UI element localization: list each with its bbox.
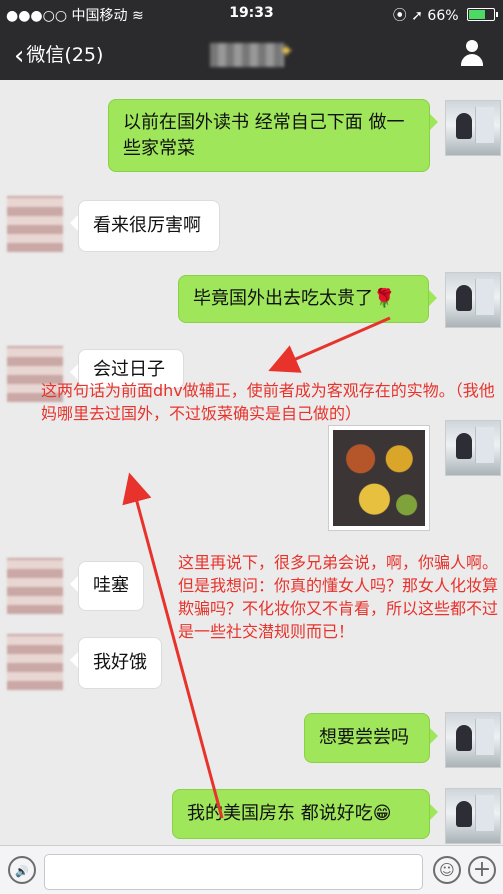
message-input[interactable] — [44, 854, 423, 890]
message-text: 想要尝尝吗 — [319, 727, 409, 748]
message-text: 会过日子 — [93, 359, 165, 380]
chevron-left-icon: ‹ — [14, 41, 25, 71]
back-label: 微信(25) — [26, 44, 104, 66]
my-avatar[interactable] — [445, 272, 501, 328]
message-bubble-outgoing[interactable]: 我的美国房东 都说好吃😁 — [172, 789, 438, 839]
my-avatar[interactable] — [445, 100, 501, 156]
speaker-icon: 🔊 — [15, 865, 29, 878]
message-bubble-incoming[interactable]: 看来很厉害啊 — [70, 200, 220, 252]
annotation-note-1: 这两句话为前面dhv做辅正，使前者成为客观存在的实物。（我他妈哪里去过国外，不过… — [41, 381, 495, 423]
my-avatar[interactable] — [445, 712, 501, 768]
message-text: 我好饿 — [93, 652, 147, 673]
arrow-to-message — [268, 316, 391, 373]
message-text: 哇塞 — [93, 575, 129, 596]
back-button[interactable]: ‹ 微信(25) — [14, 40, 103, 71]
message-bubble-incoming[interactable]: 哇塞 — [70, 561, 144, 611]
status-bar: ●●●○○ 中国移动 ≋ 19:33 ⦿ ➚ 66% — [0, 0, 503, 28]
rotation-lock-icon: ⦿ — [392, 8, 407, 24]
contact-avatar[interactable] — [7, 634, 63, 690]
nav-bar: ‹ 微信(25) ✦ — [0, 28, 503, 80]
contact-avatar[interactable] — [7, 558, 63, 614]
photo-message[interactable] — [328, 425, 430, 531]
message-bubble-outgoing[interactable]: 以前在国外读书 经常自己下面 做一些家常菜 — [108, 99, 438, 172]
emoji-button[interactable]: ☺ — [433, 856, 461, 884]
location-icon: ➚ — [411, 8, 423, 24]
message-text: 看来很厉害啊 — [93, 215, 201, 236]
input-bar: 🔊 ☺ + — [0, 845, 503, 894]
profile-icon[interactable] — [459, 40, 485, 66]
message-text: 毕竟国外出去吃太贵了🌹 — [193, 288, 396, 309]
message-bubble-outgoing[interactable]: 毕竟国外出去吃太贵了🌹 — [178, 275, 437, 323]
my-avatar[interactable] — [445, 788, 501, 844]
annotation-note-2: 这里再说下，很多兄弟会说，啊，你骗人啊。但是我想问：你真的懂女人吗？那女人化妆算… — [178, 553, 499, 641]
food-photo — [333, 430, 425, 526]
message-text: 我的美国房东 都说好吃😁 — [187, 803, 392, 824]
battery-icon — [467, 8, 498, 21]
sparkle-icon: ✦ — [278, 41, 294, 62]
battery-fill — [469, 10, 485, 19]
message-text: 以前在国外读书 经常自己下面 做一些家常菜 — [123, 112, 405, 159]
voice-input-button[interactable]: 🔊 — [8, 856, 36, 884]
smiley-icon: ☺ — [439, 861, 455, 879]
chat-title-blurred: ✦ — [210, 41, 294, 67]
battery-percent: 66% — [427, 8, 459, 24]
message-bubble-outgoing[interactable]: 想要尝尝吗 — [304, 713, 438, 763]
plus-icon: + — [472, 857, 492, 882]
my-avatar[interactable] — [445, 420, 501, 476]
message-bubble-incoming[interactable]: 我好饿 — [70, 637, 162, 689]
more-button[interactable]: + — [468, 856, 496, 884]
contact-avatar[interactable] — [7, 196, 63, 252]
